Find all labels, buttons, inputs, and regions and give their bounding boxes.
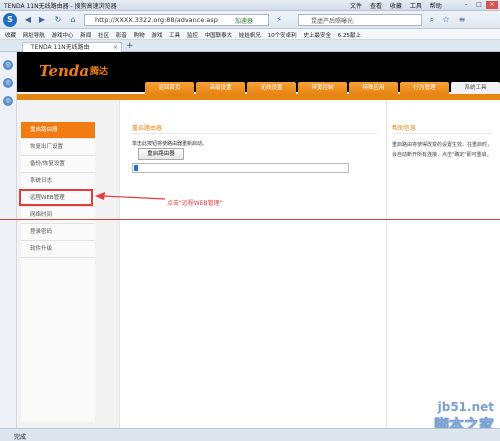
reboot-button[interactable]: 重启路由器 xyxy=(138,148,184,160)
sidebar-icon[interactable]: ◎ xyxy=(3,60,13,70)
side-item-system-log[interactable]: 系统日志 xyxy=(21,173,95,190)
bookmark-item[interactable]: 社区 xyxy=(98,31,109,39)
router-page: Tenda 腾达 返回首页 高级设置 无线设置 带宽控制 特殊应用 行为管理 系… xyxy=(17,52,500,428)
remote-web-highlight xyxy=(19,189,93,206)
star-icon[interactable]: ☆ xyxy=(440,15,452,25)
annotation-arrow-icon xyxy=(95,192,166,200)
address-bar[interactable]: http://XXXX.3322.org:88/advance.asp 加速器 xyxy=(84,14,269,26)
tab-behavior[interactable]: 行为管理 xyxy=(400,82,449,94)
refresh-icon[interactable]: ↻ xyxy=(52,15,64,25)
search-icon[interactable]: ⌕ xyxy=(426,15,438,25)
home-icon[interactable]: ⌂ xyxy=(67,15,79,25)
tenda-logo: Tenda xyxy=(39,62,90,80)
window-controls: – □ × xyxy=(459,1,498,9)
bookmark-item[interactable]: 工具 xyxy=(169,31,180,39)
router-side-menu: 重启路由器 恢复出厂设置 备份/恢复设置 系统日志 远程WEB管理 网络时间 登… xyxy=(21,122,95,422)
side-item-factory-reset[interactable]: 恢复出厂设置 xyxy=(21,139,95,156)
tab-close-icon[interactable]: × xyxy=(113,43,118,52)
bookmarks-bar: 收藏 网址导航 游戏中心 新闻 社区 影音 购物 游戏 工具 监控 中国联泰大 … xyxy=(0,29,500,40)
close-icon[interactable]: × xyxy=(486,1,498,9)
search-placeholder: 昆虚产后照曝光 xyxy=(311,18,354,25)
bookmark-item[interactable]: 中国联泰大 xyxy=(205,31,233,39)
bookmark-item[interactable]: 10个安卓利 xyxy=(268,31,297,39)
menu-help[interactable]: 帮助 xyxy=(430,3,442,10)
router-header: Tenda 腾达 返回首页 高级设置 无线设置 带宽控制 特殊应用 行为管理 系… xyxy=(17,52,500,94)
bookmark-item[interactable]: 新闻 xyxy=(80,31,91,39)
watermark-domain: jb51.net xyxy=(437,400,494,414)
reboot-progress-bar xyxy=(132,163,349,173)
help-title: 帮助信息 xyxy=(392,125,417,132)
help-panel: 帮助信息 重启路由将使得改变的设置生效。在重启时，会自动断开所有连接，点击"确定… xyxy=(387,100,500,428)
bookmark-item[interactable]: 娃娃帆兄 xyxy=(239,31,261,39)
new-tab-icon[interactable]: + xyxy=(126,42,134,51)
menu-tools[interactable]: 工具 xyxy=(410,3,422,10)
forward-icon[interactable]: ▶ xyxy=(36,15,48,25)
back-icon[interactable]: ◀ xyxy=(22,15,34,25)
sogou-logo-icon[interactable]: S xyxy=(3,13,17,27)
window-title: TENDA 11N无线路由器 - 搜狗高速浏览器 xyxy=(4,3,117,10)
tab-title: TENDA 11N无线路由 xyxy=(31,44,90,51)
minimize-icon[interactable]: – xyxy=(460,1,472,9)
bookmark-item[interactable]: 监控 xyxy=(187,31,198,39)
status-text: 完成 xyxy=(14,434,27,441)
browser-toolbar: S ◀ ▶ ↻ ⌂ http://XXXX.3322.org:88/advanc… xyxy=(0,11,500,29)
bookmark-item[interactable]: 收藏 xyxy=(5,31,16,39)
menu-favorites[interactable]: 收藏 xyxy=(390,3,402,10)
search-box[interactable]: 昆虚产后照曝光 xyxy=(298,14,422,26)
tab-system-tools[interactable]: 系统工具 xyxy=(451,82,500,94)
sidebar-icon[interactable]: ◎ xyxy=(3,96,13,106)
status-bar: 完成 xyxy=(0,428,500,441)
menu-file[interactable]: 文件 xyxy=(350,3,362,10)
annotation-line xyxy=(0,219,500,220)
bookmark-item[interactable]: 6.25献上 xyxy=(338,31,361,39)
reboot-panel: 重启路由器 单击此按钮将使路由器重新启动。 重启路由器 xyxy=(119,100,387,428)
tab-special-apps[interactable]: 特殊应用 xyxy=(349,82,398,94)
progress-fill xyxy=(134,165,138,171)
menu-view[interactable]: 查看 xyxy=(370,3,382,10)
url-text: http://XXXX.3322.org:88/advance.asp xyxy=(95,16,218,24)
menu-icon[interactable]: ≡ xyxy=(456,15,468,25)
section-title: 重启路由器 xyxy=(132,125,163,132)
lightning-icon[interactable]: ⚡ xyxy=(273,15,285,25)
section-description: 单击此按钮将使路由器重新启动。 xyxy=(132,141,208,147)
annotation-text: 点击"远程WEB管理" xyxy=(167,200,223,207)
side-item-network-time[interactable]: 网络时间 xyxy=(21,207,95,224)
side-item-backup-restore[interactable]: 备份/恢复设置 xyxy=(21,156,95,173)
bookmark-item[interactable]: 购物 xyxy=(134,31,145,39)
browser-tab[interactable]: TENDA 11N无线路由 × xyxy=(22,42,122,52)
accelerate-label[interactable]: 加速器 xyxy=(235,16,253,25)
sidebar-icon[interactable]: ◎ xyxy=(3,78,13,88)
browser-sidebar: ◎ ◎ ◎ xyxy=(0,52,17,428)
tab-advanced[interactable]: 高级设置 xyxy=(196,82,245,94)
side-item-login-password[interactable]: 登录密码 xyxy=(21,224,95,241)
tab-home[interactable]: 返回首页 xyxy=(145,82,194,94)
tab-strip: TENDA 11N无线路由 × + xyxy=(0,40,500,52)
maximize-icon[interactable]: □ xyxy=(473,1,485,9)
tab-bandwidth[interactable]: 带宽控制 xyxy=(298,82,347,94)
tenda-logo-cn: 腾达 xyxy=(90,67,109,77)
window-title-bar: TENDA 11N无线路由器 - 搜狗高速浏览器 文件 查看 收藏 工具 帮助 … xyxy=(0,0,500,11)
divider xyxy=(132,133,377,134)
tab-wireless[interactable]: 无线设置 xyxy=(247,82,296,94)
bookmark-item[interactable]: 游戏中心 xyxy=(52,31,74,39)
side-item-reboot[interactable]: 重启路由器 xyxy=(21,122,95,139)
bookmark-item[interactable]: 史上最安全 xyxy=(303,31,331,39)
router-nav-tabs: 返回首页 高级设置 无线设置 带宽控制 特殊应用 行为管理 系统工具 xyxy=(145,82,500,94)
help-text: 重启路由将使得改变的设置生效。在重启时，会自动断开所有连接，点击"确定"即可重启… xyxy=(392,142,493,158)
browser-menu: 文件 查看 收藏 工具 帮助 xyxy=(350,1,448,10)
bookmark-item[interactable]: 影音 xyxy=(116,31,127,39)
side-item-firmware-upgrade[interactable]: 软件升级 xyxy=(21,241,95,258)
bookmark-item[interactable]: 网址导航 xyxy=(23,31,45,39)
bookmark-item[interactable]: 游戏 xyxy=(151,31,162,39)
divider xyxy=(392,133,492,134)
